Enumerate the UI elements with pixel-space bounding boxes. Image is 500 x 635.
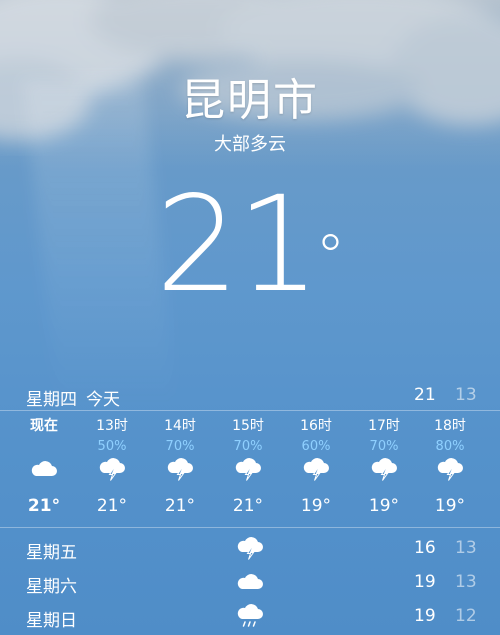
daily-weekday: 星期五 [26, 543, 77, 563]
hour-temp: 19° [300, 496, 332, 516]
city-name: 昆明市 [181, 75, 319, 126]
daily-row-saturday[interactable]: 星期六 19 13 [0, 567, 500, 597]
precip-chance: 80% [435, 439, 465, 454]
hourly-item: 现在 21° [14, 411, 74, 527]
precip-chance: 70% [165, 439, 195, 454]
daily-high: 19 [414, 572, 436, 592]
hour-temp: 21° [96, 496, 128, 516]
precip-chance: 70% [369, 439, 399, 454]
hourly-item: 13时 50% 21° [82, 411, 142, 527]
thunderstorm-icon [99, 458, 125, 481]
thunderstorm-icon [437, 458, 463, 481]
hourly-item: 16时 60% 19° [286, 411, 346, 527]
thunderstorm-icon [235, 458, 261, 481]
hour-time: 14时 [164, 418, 196, 434]
daily-low: 13 [455, 538, 477, 558]
hour-temp: 21° [232, 496, 264, 516]
hour-time: 17时 [368, 418, 400, 434]
hour-temp: 19° [368, 496, 400, 516]
hourly-item: 14时 70% 21° [150, 411, 210, 527]
daily-high: 16 [414, 538, 436, 558]
thunderstorm-icon [371, 458, 397, 481]
today-label: 今天 [86, 390, 120, 410]
today-low: 13 [455, 385, 477, 405]
hourly-item: 15时 70% 21° [218, 411, 278, 527]
today-high: 21 [414, 385, 436, 405]
thunderstorm-icon [303, 458, 329, 481]
hour-time: 现在 [30, 418, 58, 434]
hour-temp: 21° [164, 496, 196, 516]
precip-chance: 50% [97, 439, 127, 454]
hourly-item: 18时 80% 19° [420, 411, 480, 527]
daily-row-sunday[interactable]: 星期日 19 12 [0, 601, 500, 631]
daily-low: 13 [455, 572, 477, 592]
hour-time: 15时 [232, 418, 264, 434]
thunderstorm-icon [167, 458, 193, 481]
degree-symbol: ° [315, 222, 345, 292]
hourly-forecast[interactable]: 现在 21° 13时 50% 21° 14时 70% 21° 15时 70% 2… [0, 411, 500, 527]
hour-temp: 19° [434, 496, 466, 516]
hour-time: 18时 [434, 418, 466, 434]
daily-row-friday[interactable]: 星期五 16 13 [0, 533, 500, 563]
today-summary-row[interactable]: 星期四 今天 21 13 [0, 380, 500, 410]
daily-weekday: 星期日 [26, 611, 77, 631]
daily-weekday: 星期六 [26, 577, 77, 597]
today-weekday: 星期四 [26, 390, 77, 410]
daily-high: 19 [414, 606, 436, 626]
hour-time: 16时 [300, 418, 332, 434]
temperature-value: 21 [155, 168, 321, 322]
hour-temp: 21° [27, 496, 61, 516]
divider [0, 527, 500, 528]
current-temperature: 21° [150, 170, 350, 320]
thunderstorm-icon [237, 537, 263, 560]
cloud-icon [237, 574, 263, 589]
daily-low: 12 [455, 606, 477, 626]
hour-time: 13时 [96, 418, 128, 434]
precip-chance: 70% [233, 439, 263, 454]
cloud-icon [31, 461, 57, 476]
hourly-item: 17时 70% 19° [354, 411, 414, 527]
condition-text: 大部多云 [214, 134, 286, 155]
weather-screen: 昆明市 大部多云 21° 星期四 今天 21 13 现在 21° 13时 50%… [0, 0, 500, 635]
rain-icon [237, 604, 263, 627]
precip-chance: 60% [301, 439, 331, 454]
